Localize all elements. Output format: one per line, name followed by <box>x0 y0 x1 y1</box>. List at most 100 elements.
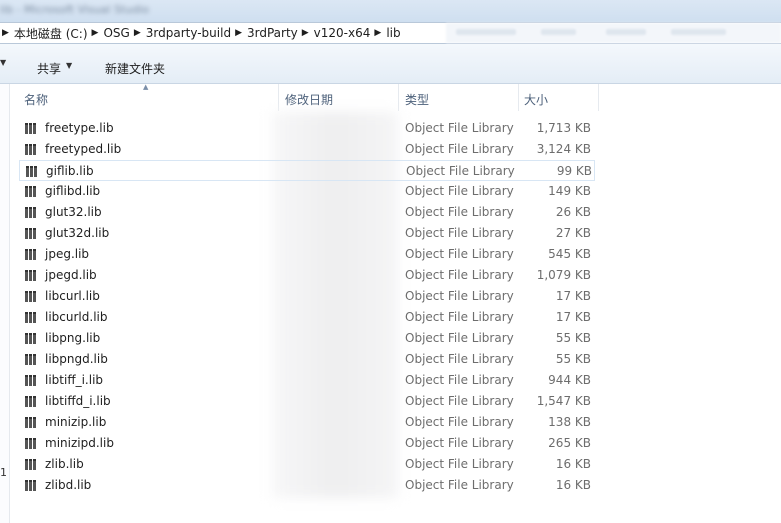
library-file-icon <box>25 207 38 218</box>
file-size: 265 KB <box>548 436 591 450</box>
command-toolbar: ▼ 共享 ▼ 新建文件夹 <box>0 44 781 84</box>
window-title: lib - Microsoft Visual Studio <box>0 3 149 16</box>
library-file-icon <box>25 270 38 281</box>
file-size: 1,547 KB <box>536 394 591 408</box>
file-size: 17 KB <box>555 289 591 303</box>
file-size: 16 KB <box>555 457 591 471</box>
chevron-right-icon[interactable]: ▶ <box>0 28 14 38</box>
file-row[interactable]: zlibd.lib Object File Library 16 KB <box>19 475 595 496</box>
library-file-icon <box>25 291 38 302</box>
file-name: libtiff_i.lib <box>45 373 104 387</box>
file-name: freetyped.lib <box>45 142 122 156</box>
file-name: libcurl.lib <box>45 289 100 303</box>
file-row[interactable]: libtiffd_i.lib Object File Library 1,547 K… <box>19 391 595 412</box>
navigation-pane[interactable] <box>0 84 10 523</box>
navigation-pane-partial-text: 1 <box>0 466 7 479</box>
breadcrumb-item[interactable]: lib <box>386 26 400 40</box>
file-name: zlib.lib <box>45 457 84 471</box>
file-name: jpegd.lib <box>45 268 97 282</box>
file-row[interactable]: libpng.lib Object File Library 55 KB <box>19 328 595 349</box>
breadcrumb-item[interactable]: 本地磁盘 (C:) <box>14 25 88 42</box>
column-header-row: 名称 ▲ 修改日期 类型 大小 <box>19 83 599 111</box>
chevron-right-icon[interactable]: ▶ <box>370 28 386 38</box>
file-size: 944 KB <box>548 373 591 387</box>
file-row[interactable]: minizipd.lib Object File Library 265 KB <box>19 433 595 454</box>
library-file-icon <box>25 375 38 386</box>
chevron-right-icon[interactable]: ▶ <box>231 28 247 38</box>
file-name: glut32d.lib <box>45 226 110 240</box>
library-file-icon <box>25 249 38 260</box>
library-file-icon <box>25 438 38 449</box>
column-divider[interactable] <box>598 84 599 111</box>
file-name: minizipd.lib <box>45 436 114 450</box>
library-file-icon <box>25 354 38 365</box>
column-divider[interactable] <box>398 84 399 111</box>
file-name: freetype.lib <box>45 121 114 135</box>
library-file-icon <box>25 480 38 491</box>
file-row[interactable]: libpngd.lib Object File Library 55 KB <box>19 349 595 370</box>
file-name: zlibd.lib <box>45 478 92 492</box>
column-header-date[interactable]: 修改日期 <box>285 91 333 108</box>
sort-ascending-icon: ▲ <box>143 83 149 91</box>
file-size: 17 KB <box>555 310 591 324</box>
file-row[interactable]: glut32d.lib Object File Library 27 KB <box>19 223 595 244</box>
file-row[interactable]: freetyped.lib Object File Library 3,124 KB <box>19 139 595 160</box>
file-row[interactable]: freetype.lib Object File Library 1,713 KB <box>19 118 595 139</box>
library-file-icon <box>25 228 38 239</box>
library-file-icon <box>25 396 38 407</box>
new-folder-button[interactable]: 新建文件夹 <box>105 60 165 77</box>
file-name: libcurld.lib <box>45 310 108 324</box>
breadcrumb-item[interactable]: v120-x64 <box>314 26 371 40</box>
file-size: 3,124 KB <box>536 142 591 156</box>
file-row[interactable]: libtiff_i.lib Object File Library 944 KB <box>19 370 595 391</box>
file-row[interactable]: libcurl.lib Object File Library 17 KB <box>19 286 595 307</box>
address-bar[interactable]: ▶ 本地磁盘 (C:) ▶ OSG ▶ 3rdparty-build ▶ 3rdParty ▶ v… <box>0 22 781 44</box>
address-bar-blurred-area <box>446 23 781 43</box>
file-name: libpngd.lib <box>45 352 108 366</box>
file-size: 55 KB <box>555 352 591 366</box>
file-row[interactable]: minizip.lib Object File Library 138 KB <box>19 412 595 433</box>
file-row[interactable]: giflibd.lib Object File Library 149 KB <box>19 181 595 202</box>
breadcrumb-item[interactable]: 3rdParty <box>247 26 298 40</box>
chevron-right-icon[interactable]: ▶ <box>130 28 146 38</box>
file-row[interactable]: jpegd.lib Object File Library 1,079 KB <box>19 265 595 286</box>
file-size: 1,079 KB <box>536 268 591 282</box>
column-header-size[interactable]: 大小 <box>524 91 548 108</box>
file-row[interactable]: libcurld.lib Object File Library 17 KB <box>19 307 595 328</box>
file-row[interactable]: jpeg.lib Object File Library 545 KB <box>19 244 595 265</box>
chevron-right-icon[interactable]: ▶ <box>88 28 104 38</box>
file-name: libpng.lib <box>45 331 101 345</box>
chevron-right-icon[interactable]: ▶ <box>298 28 314 38</box>
library-file-icon <box>25 459 38 470</box>
file-size: 545 KB <box>548 247 591 261</box>
library-file-icon <box>25 333 38 344</box>
file-size: 1,713 KB <box>536 121 591 135</box>
share-button[interactable]: 共享 <box>37 60 61 77</box>
column-header-name[interactable]: 名称 <box>24 91 48 108</box>
library-file-icon <box>25 186 38 197</box>
breadcrumb-item[interactable]: OSG <box>103 26 129 40</box>
file-size: 26 KB <box>555 205 591 219</box>
library-file-icon <box>26 166 39 177</box>
file-name: giflibd.lib <box>45 184 101 198</box>
file-name: giflib.lib <box>46 164 94 178</box>
file-row[interactable]: glut32.lib Object File Library 26 KB <box>19 202 595 223</box>
file-size: 99 KB <box>556 164 592 178</box>
library-file-icon <box>25 123 38 134</box>
organize-dropdown-arrow-icon[interactable]: ▼ <box>0 58 6 67</box>
library-file-icon <box>25 417 38 428</box>
file-name: minizip.lib <box>45 415 107 429</box>
breadcrumb-item[interactable]: 3rdparty-build <box>146 26 231 40</box>
column-divider[interactable] <box>518 84 519 111</box>
file-row[interactable]: giflib.lib Object File Library 99 KB <box>19 160 595 181</box>
file-row[interactable]: zlib.lib Object File Library 16 KB <box>19 454 595 475</box>
column-header-type[interactable]: 类型 <box>405 91 429 108</box>
file-size: 16 KB <box>555 478 591 492</box>
column-divider[interactable] <box>278 84 279 111</box>
library-file-icon <box>25 312 38 323</box>
library-file-icon <box>25 144 38 155</box>
share-dropdown-arrow-icon[interactable]: ▼ <box>66 61 72 70</box>
file-name: jpeg.lib <box>45 247 90 261</box>
file-size: 55 KB <box>555 331 591 345</box>
file-name: glut32.lib <box>45 205 102 219</box>
